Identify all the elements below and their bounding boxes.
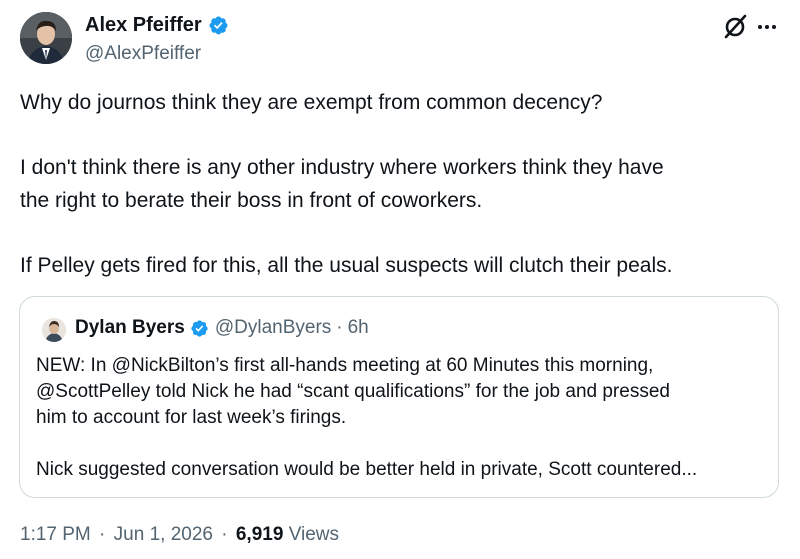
grok-icon[interactable]: [722, 14, 748, 40]
author-avatar[interactable]: [20, 12, 72, 64]
tweet-paragraph: Why do journos think they are exempt fro…: [20, 91, 603, 114]
quoted-author-name[interactable]: Dylan Byers: [75, 317, 185, 339]
author-avatar-image: [20, 12, 72, 64]
quoted-tweet-card[interactable]: Dylan Byers @DylanByers · 6h NEW: In @Ni…: [19, 296, 779, 498]
tweet-paragraph: I don't think there is any other industr…: [20, 156, 664, 212]
quoted-author-avatar[interactable]: [42, 318, 66, 342]
more-options-icon[interactable]: [755, 17, 779, 37]
author-handle[interactable]: @AlexPfeiffer: [85, 43, 201, 65]
author-name-row[interactable]: Alex Pfeiffer: [85, 14, 229, 37]
tweet-date[interactable]: Jun 1, 2026: [114, 524, 213, 545]
quoted-tweet-header: Dylan Byers @DylanByers · 6h: [75, 317, 369, 339]
views-label: Views: [288, 524, 340, 545]
footer-separator: ·: [221, 524, 228, 545]
quoted-paragraph: Nick suggested conversation would be bet…: [36, 459, 698, 480]
author-name[interactable]: Alex Pfeiffer: [85, 14, 202, 37]
quoted-author-avatar-image: [42, 318, 66, 342]
tweet-footer: 1:17 PM · Jun 1, 2026 · 6,919 Views: [20, 524, 339, 546]
verified-badge-icon[interactable]: [208, 15, 229, 36]
footer-separator: ·: [99, 524, 106, 545]
quoted-tweet-text: NEW: In @NickBilton’s first all-hands me…: [36, 353, 772, 483]
views-count: 6,919: [235, 524, 284, 545]
quoted-meta-separator: ·: [336, 317, 343, 338]
tweet-paragraph: If Pelley gets fired for this, all the u…: [20, 253, 673, 277]
quoted-paragraph: NEW: In @NickBilton’s first all-hands me…: [36, 355, 670, 428]
quoted-author-handle[interactable]: @DylanByers: [215, 317, 331, 339]
quoted-verified-badge-icon[interactable]: [190, 319, 209, 338]
tweet-time[interactable]: 1:17 PM: [20, 524, 91, 545]
tweet-text: Why do journos think they are exempt fro…: [20, 87, 780, 282]
quoted-tweet-time[interactable]: 6h: [348, 317, 369, 339]
